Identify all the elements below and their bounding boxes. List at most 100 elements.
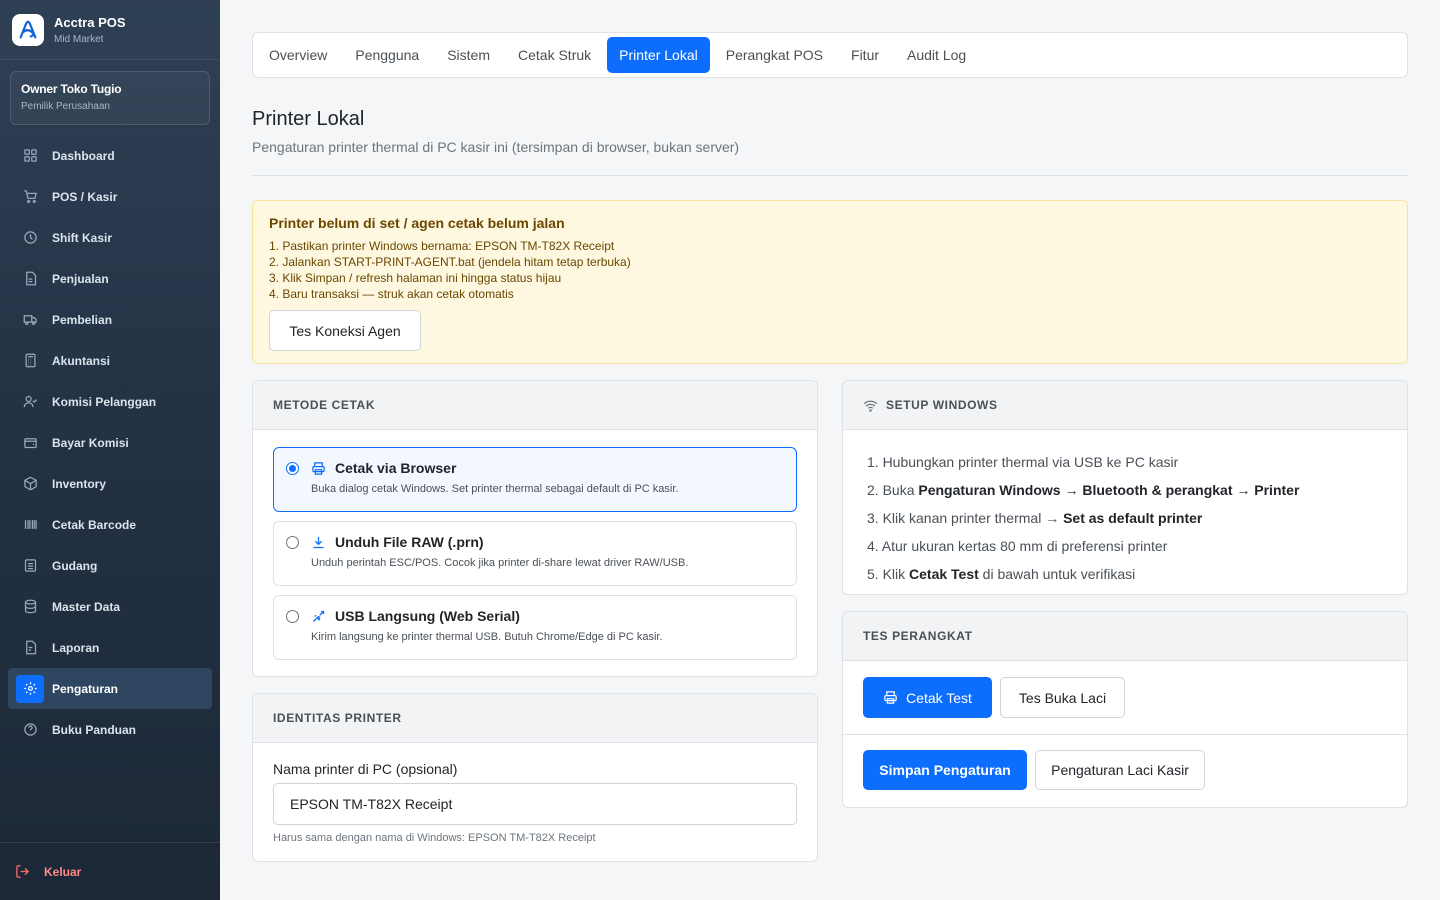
- tab-fitur[interactable]: Fitur: [839, 37, 891, 73]
- page-subtitle: Pengaturan printer thermal di PC kasir i…: [252, 139, 740, 155]
- setup-step: 1. Hubungkan printer thermal via USB ke …: [867, 454, 1179, 470]
- sidebar-item-label: Shift Kasir: [52, 230, 113, 245]
- card-heading: IDENTITAS PRINTER: [253, 694, 817, 743]
- method-title: Unduh File RAW (.prn): [335, 534, 484, 550]
- sidebar-item-pengaturan[interactable]: Pengaturan: [8, 668, 212, 709]
- user-check-icon: [16, 388, 44, 416]
- user-role: Pemilik Perusahaan: [21, 101, 110, 112]
- sidebar-item-inventory[interactable]: Inventory: [8, 463, 212, 504]
- print-test-label: Cetak Test: [906, 689, 972, 706]
- setup-windows-card: SETUP WINDOWS 1. Hubungkan printer therm…: [842, 380, 1408, 595]
- radio-browser[interactable]: [286, 461, 299, 475]
- sidebar-item-gudang[interactable]: Gudang: [8, 545, 212, 586]
- sidebar-item-label: Bayar Komisi: [52, 435, 129, 450]
- card-heading: METODE CETAK: [253, 381, 817, 430]
- sidebar-item-shift-kasir[interactable]: Shift Kasir: [8, 217, 212, 258]
- sidebar-item-label: Akuntansi: [52, 353, 111, 368]
- sidebar-item-pos-kasir[interactable]: POS / Kasir: [8, 176, 212, 217]
- print-method-card: METODE CETAK Cetak via Browser Buka dial…: [252, 380, 818, 677]
- method-title: USB Langsung (Web Serial): [335, 608, 520, 624]
- alert-step: 3. Klik Simpan / refresh halaman ini hin…: [269, 271, 562, 285]
- radio-usb[interactable]: [286, 609, 299, 623]
- sidebar-item-laporan[interactable]: Laporan: [8, 627, 212, 668]
- sidebar-item-label: Cetak Barcode: [52, 517, 137, 532]
- wifi-icon: [863, 398, 878, 413]
- drawer-settings-button[interactable]: Pengaturan Laci Kasir: [1035, 750, 1205, 790]
- sidebar-item-pembelian[interactable]: Pembelian: [8, 299, 212, 340]
- sidebar-item-label: Buku Panduan: [52, 722, 137, 737]
- sidebar-item-buku-panduan[interactable]: Buku Panduan: [8, 709, 212, 750]
- sidebar-item-label: Dashboard: [52, 148, 115, 163]
- printer-icon: [883, 690, 898, 705]
- method-option-raw[interactable]: Unduh File RAW (.prn) Unduh perintah ESC…: [273, 521, 797, 586]
- tab-audit-log[interactable]: Audit Log: [895, 37, 978, 73]
- tab-overview[interactable]: Overview: [257, 37, 339, 73]
- setup-heading: SETUP WINDOWS: [886, 398, 998, 412]
- alert-steps: 1. Pastikan printer Windows bernama: EPS…: [269, 238, 1391, 302]
- cart-icon: [16, 183, 44, 211]
- tab-sistem[interactable]: Sistem: [435, 37, 502, 73]
- brand-sub: Mid Market: [54, 33, 104, 45]
- sidebar-nav: Dashboard POS / Kasir Shift Kasir Penjua…: [0, 135, 220, 750]
- setup-step: 4. Atur ukuran kertas 80 mm di preferens…: [867, 538, 1168, 554]
- sidebar-item-label: Gudang: [52, 558, 98, 573]
- alert-step: 1. Pastikan printer Windows bernama: EPS…: [269, 239, 615, 253]
- clock-icon: [16, 224, 44, 252]
- sidebar-item-bayar-komisi[interactable]: Bayar Komisi: [8, 422, 212, 463]
- printer-name-input[interactable]: EPSON TM-T82X Receipt: [273, 783, 797, 825]
- main-content: Overview Pengguna Sistem Cetak Struk Pri…: [252, 32, 1408, 870]
- sidebar-item-akuntansi[interactable]: Akuntansi: [8, 340, 212, 381]
- barcode-icon: [16, 511, 44, 539]
- download-icon: [311, 534, 327, 550]
- setup-step: 3. Klik kanan printer thermal → Set as d…: [867, 510, 1203, 526]
- sidebar-item-dashboard[interactable]: Dashboard: [8, 135, 212, 176]
- method-option-usb[interactable]: USB Langsung (Web Serial) Kirim langsung…: [273, 595, 797, 660]
- agent-warning-alert: Printer belum di set / agen cetak belum …: [252, 200, 1408, 364]
- test-agent-connection-button[interactable]: Tes Koneksi Agen: [269, 310, 421, 351]
- tab-pengguna[interactable]: Pengguna: [343, 37, 431, 73]
- method-option-browser[interactable]: Cetak via Browser Buka dialog cetak Wind…: [273, 447, 797, 512]
- sidebar-item-label: Inventory: [52, 476, 107, 491]
- page-title: Printer Lokal: [252, 108, 365, 130]
- card-heading: TES PERANGKAT: [843, 612, 1407, 661]
- tab-cetak-struk[interactable]: Cetak Struk: [506, 37, 603, 73]
- alert-step: 4. Baru transaksi — struk akan cetak oto…: [269, 287, 514, 301]
- setup-step: 5. Klik Cetak Test di bawah untuk verifi…: [867, 566, 1136, 582]
- sidebar-item-penjualan[interactable]: Penjualan: [8, 258, 212, 299]
- save-settings-button[interactable]: Simpan Pengaturan: [863, 750, 1027, 790]
- radio-raw[interactable]: [286, 535, 299, 549]
- sidebar-item-label: Laporan: [52, 640, 100, 655]
- setup-steps: 1. Hubungkan printer thermal via USB ke …: [843, 430, 1407, 588]
- sidebar-item-label: Penjualan: [52, 271, 109, 286]
- method-desc: Unduh perintah ESC/POS. Cocok jika print…: [311, 557, 689, 569]
- brand[interactable]: Acctra POS Mid Market: [0, 0, 220, 60]
- open-drawer-test-button[interactable]: Tes Buka Laci: [1000, 677, 1125, 718]
- database-icon: [16, 593, 44, 621]
- settings-columns: METODE CETAK Cetak via Browser Buka dial…: [252, 380, 1408, 870]
- alert-step: 2. Jalankan START-PRINT-AGENT.bat (jende…: [269, 255, 631, 269]
- sidebar-item-label: Komisi Pelanggan: [52, 394, 157, 409]
- box-icon: [16, 470, 44, 498]
- method-desc: Kirim langsung ke printer thermal USB. B…: [311, 631, 663, 643]
- logout-button[interactable]: Keluar: [0, 842, 220, 900]
- tab-perangkat-pos[interactable]: Perangkat POS: [714, 37, 835, 73]
- print-test-button[interactable]: Cetak Test: [863, 677, 992, 718]
- printer-identity-card: IDENTITAS PRINTER Nama printer di PC (op…: [252, 693, 818, 862]
- brand-logo-icon: [12, 13, 44, 46]
- report-icon: [16, 634, 44, 662]
- alert-title: Printer belum di set / agen cetak belum …: [269, 215, 565, 231]
- printer-name-hint: Harus sama dengan nama di Windows: EPSON…: [273, 832, 596, 844]
- method-title: Cetak via Browser: [335, 460, 457, 476]
- user-name: Owner Toko Tugio: [21, 82, 122, 96]
- printer-icon: [311, 460, 327, 476]
- usb-icon: [311, 608, 327, 624]
- sidebar-item-master-data[interactable]: Master Data: [8, 586, 212, 627]
- logout-label: Keluar: [44, 864, 82, 879]
- sidebar-item-cetak-barcode[interactable]: Cetak Barcode: [8, 504, 212, 545]
- warehouse-icon: [16, 552, 44, 580]
- sidebar-item-komisi-pelanggan[interactable]: Komisi Pelanggan: [8, 381, 212, 422]
- tab-printer-lokal[interactable]: Printer Lokal: [607, 37, 710, 73]
- card-heading: SETUP WINDOWS: [843, 381, 1407, 430]
- sidebar-item-label: Pengaturan: [52, 681, 119, 696]
- user-card[interactable]: Owner Toko Tugio Pemilik Perusahaan: [10, 71, 210, 125]
